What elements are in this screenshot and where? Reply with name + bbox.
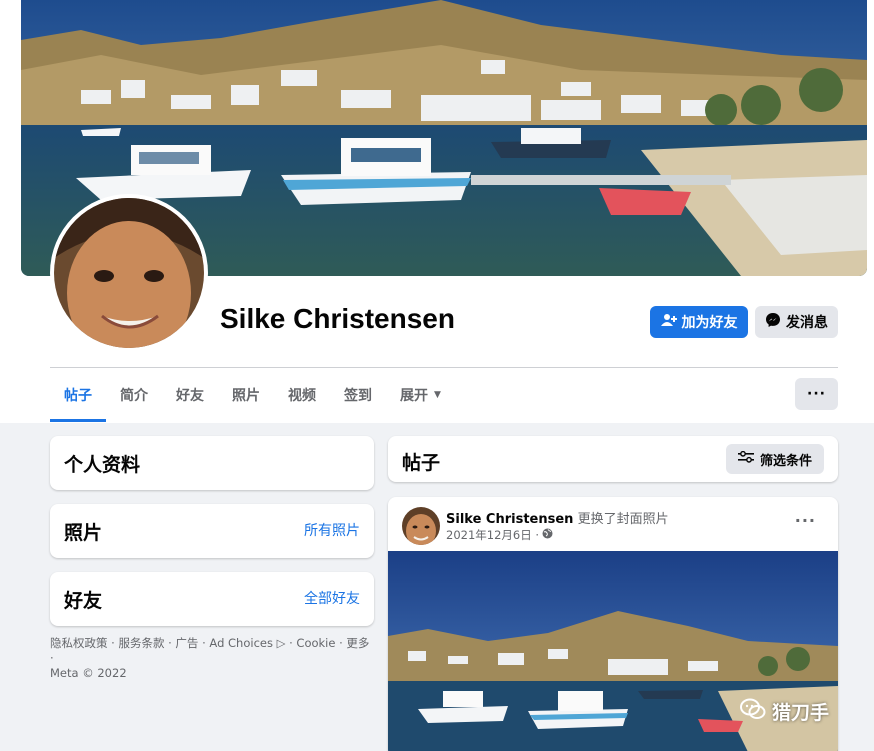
- filter-label: 筛选条件: [759, 453, 812, 469]
- globe-icon: [542, 528, 553, 542]
- caret-down-icon: ▼: [434, 390, 441, 400]
- messenger-icon: [765, 312, 781, 332]
- intro-card: 个人资料: [50, 436, 374, 490]
- footer-copyright: Meta © 2022: [50, 666, 127, 680]
- all-friends-link[interactable]: 全部好友: [304, 588, 360, 608]
- tab-checkins[interactable]: 签到: [330, 368, 386, 422]
- posts-header-card: 帖子 筛选条件: [388, 436, 838, 482]
- all-photos-link[interactable]: 所有照片: [304, 520, 360, 540]
- tab-posts[interactable]: 帖子: [50, 368, 106, 422]
- watermark-text: 猎刀手: [772, 702, 830, 724]
- tab-about[interactable]: 简介: [106, 368, 162, 422]
- profile-header: Silke Christensen 加为好友 发消息 帖子 简介 好友 照片 视…: [0, 0, 874, 423]
- filter-icon: [737, 450, 754, 467]
- intro-title: 个人资料: [64, 454, 141, 476]
- message-button[interactable]: 发消息: [755, 306, 838, 338]
- post-date[interactable]: 2021年12月6日 ·: [446, 527, 539, 543]
- post-meta: 2021年12月6日 ·: [446, 527, 553, 543]
- tab-photos[interactable]: 照片: [218, 368, 274, 422]
- footer-line-1[interactable]: 隐私权政策 · 服务条款 · 广告 · Ad Choices ▷ · Cooki…: [50, 636, 374, 666]
- add-friend-icon: [660, 313, 677, 331]
- tab-friends[interactable]: 好友: [162, 368, 218, 422]
- profile-tabs: 帖子 简介 好友 照片 视频 签到 展开 ▼: [50, 368, 455, 422]
- post-author[interactable]: Silke Christensen: [446, 512, 573, 527]
- tab-about-label: 简介: [120, 388, 148, 404]
- tab-videos[interactable]: 视频: [274, 368, 330, 422]
- add-friend-label: 加为好友: [681, 315, 738, 331]
- add-friend-button[interactable]: 加为好友: [650, 306, 748, 338]
- post-headline: Silke Christensen 更换了封面照片: [446, 508, 669, 527]
- footer-links: 隐私权政策 · 服务条款 · 广告 · Ad Choices ▷ · Cooki…: [50, 636, 374, 681]
- watermark: 猎刀手: [740, 698, 829, 725]
- profile-avatar[interactable]: [50, 194, 208, 352]
- message-label: 发消息: [786, 315, 828, 331]
- filter-button[interactable]: 筛选条件: [726, 444, 824, 474]
- tab-friends-label: 好友: [176, 388, 204, 404]
- tab-more[interactable]: 展开 ▼: [386, 368, 455, 422]
- posts-title: 帖子: [402, 452, 441, 474]
- friends-card: 好友 全部好友: [50, 572, 374, 626]
- photos-card: 照片 所有照片: [50, 504, 374, 558]
- tab-more-label: 展开: [400, 388, 428, 404]
- tab-photos-label: 照片: [232, 388, 260, 404]
- photos-title: 照片: [64, 522, 103, 544]
- post-author-avatar[interactable]: [402, 507, 440, 545]
- tab-videos-label: 视频: [288, 388, 316, 404]
- tab-checkins-label: 签到: [344, 388, 372, 404]
- wechat-icon: [740, 698, 766, 725]
- post-options-button[interactable]: ···: [795, 511, 816, 530]
- profile-name: Silke Christensen: [220, 303, 455, 334]
- tab-posts-label: 帖子: [64, 388, 92, 404]
- more-options-button[interactable]: ···: [795, 378, 838, 410]
- post-action: 更换了封面照片: [577, 512, 669, 527]
- friends-title: 好友: [64, 590, 103, 612]
